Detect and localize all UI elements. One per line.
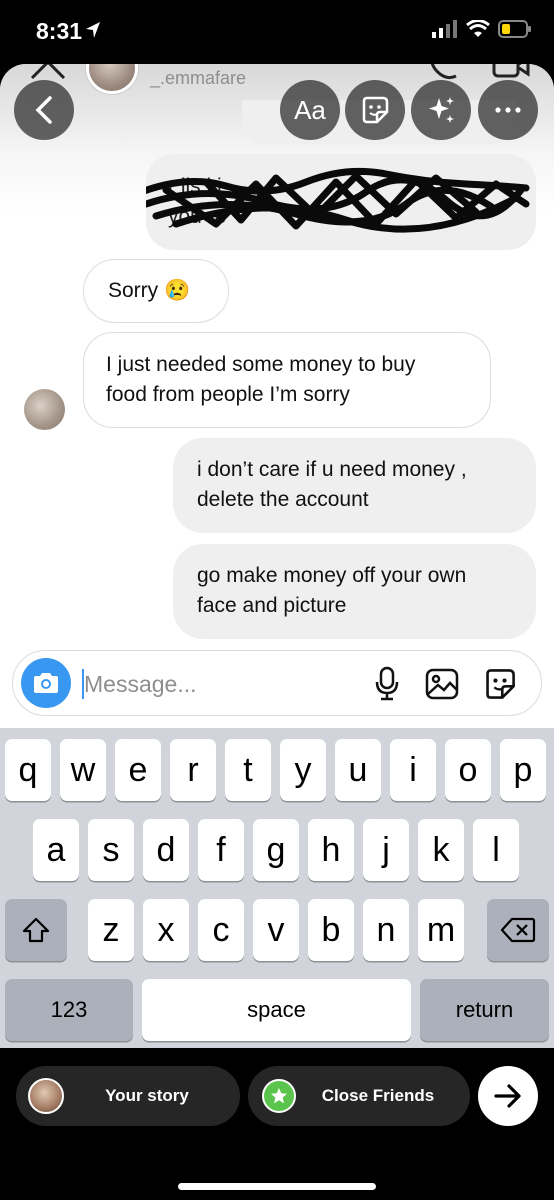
key-a[interactable]: a (33, 819, 79, 881)
arrow-right-icon (494, 1084, 521, 1108)
key-m[interactable]: m (418, 899, 464, 961)
key-l[interactable]: l (473, 819, 519, 881)
delete-key[interactable] (487, 899, 549, 961)
key-v[interactable]: v (253, 899, 299, 961)
header-username[interactable]: _.emmafare (150, 68, 246, 89)
chevron-left-icon (35, 96, 52, 124)
key-k[interactable]: k (418, 819, 464, 881)
gallery-button[interactable] (423, 665, 461, 703)
your-story-label: Your story (105, 1086, 189, 1105)
your-story-button[interactable]: Your story (16, 1066, 240, 1126)
video-call-icon[interactable] (492, 64, 530, 80)
more-options-button[interactable] (478, 80, 538, 140)
message-composer (12, 650, 542, 716)
space-key[interactable]: space (142, 979, 411, 1041)
location-arrow-icon (86, 22, 100, 38)
sticker-icon (362, 96, 389, 124)
effects-tool-button[interactable] (411, 80, 471, 140)
microphone-button[interactable] (368, 665, 406, 703)
text-tool-label: Aa (294, 94, 326, 125)
more-dots-icon (495, 107, 521, 113)
redacted-message-bubble: r lis ki you re (146, 154, 536, 250)
close-friends-label: Close Friends (321, 1086, 435, 1105)
sticker-button[interactable] (481, 665, 519, 703)
status-time: 8:31 (36, 18, 83, 44)
message-bubble-outgoing: go make money off your own face and pict… (173, 544, 536, 639)
key-s[interactable]: s (88, 819, 134, 881)
key-e[interactable]: e (115, 739, 161, 801)
status-indicators (432, 20, 532, 38)
key-t[interactable]: t (225, 739, 271, 801)
key-f[interactable]: f (198, 819, 244, 881)
wifi-icon (466, 20, 490, 37)
signal-icon (432, 20, 457, 38)
key-p[interactable]: p (500, 739, 546, 801)
shift-key[interactable] (5, 899, 67, 961)
key-r[interactable]: r (170, 739, 216, 801)
key-g[interactable]: g (253, 819, 299, 881)
home-indicator[interactable] (178, 1183, 376, 1190)
keyboard: q w e r t y u i o p a s d f g h j k l z … (0, 728, 554, 1048)
message-bubble-incoming: Sorry 😢 (83, 259, 229, 323)
scribble-redaction (146, 167, 530, 233)
key-y[interactable]: y (280, 739, 326, 801)
key-b[interactable]: b (308, 899, 354, 961)
message-input[interactable] (84, 667, 354, 701)
text-tool-button[interactable]: Aa (280, 80, 340, 140)
phone-icon[interactable] (426, 64, 460, 80)
story-reply-card: _.emmafare Aa r lis ki you re Sorry 😢 I … (0, 64, 554, 1048)
message-bubble-outgoing: i don’t care if u need money , delete th… (173, 438, 536, 533)
send-button[interactable] (478, 1066, 538, 1126)
key-x[interactable]: x (143, 899, 189, 961)
message-bubble-incoming: I just needed some money to buy food fro… (83, 332, 491, 428)
numbers-key[interactable]: 123 (5, 979, 133, 1041)
camera-button[interactable] (21, 658, 71, 708)
close-icon[interactable] (28, 64, 68, 80)
sticker-tool-button[interactable] (345, 80, 405, 140)
key-w[interactable]: w (60, 739, 106, 801)
shift-icon (22, 917, 50, 943)
key-o[interactable]: o (445, 739, 491, 801)
key-h[interactable]: h (308, 819, 354, 881)
backspace-icon (500, 917, 536, 943)
key-d[interactable]: d (143, 819, 189, 881)
close-friends-button[interactable]: Close Friends (248, 1066, 470, 1126)
status-bar: 8:31 (0, 0, 554, 64)
key-u[interactable]: u (335, 739, 381, 801)
return-key[interactable]: return (420, 979, 549, 1041)
sender-avatar[interactable] (24, 389, 65, 430)
sparkles-icon (429, 97, 454, 123)
battery-icon (498, 20, 531, 38)
microphone-icon (375, 666, 399, 701)
back-button[interactable] (14, 80, 74, 140)
key-z[interactable]: z (88, 899, 134, 961)
key-j[interactable]: j (363, 819, 409, 881)
key-q[interactable]: q (5, 739, 51, 801)
key-n[interactable]: n (363, 899, 409, 961)
sticker-icon (486, 669, 515, 699)
gallery-icon (425, 668, 459, 700)
key-i[interactable]: i (390, 739, 436, 801)
key-c[interactable]: c (198, 899, 244, 961)
camera-icon (34, 673, 58, 693)
